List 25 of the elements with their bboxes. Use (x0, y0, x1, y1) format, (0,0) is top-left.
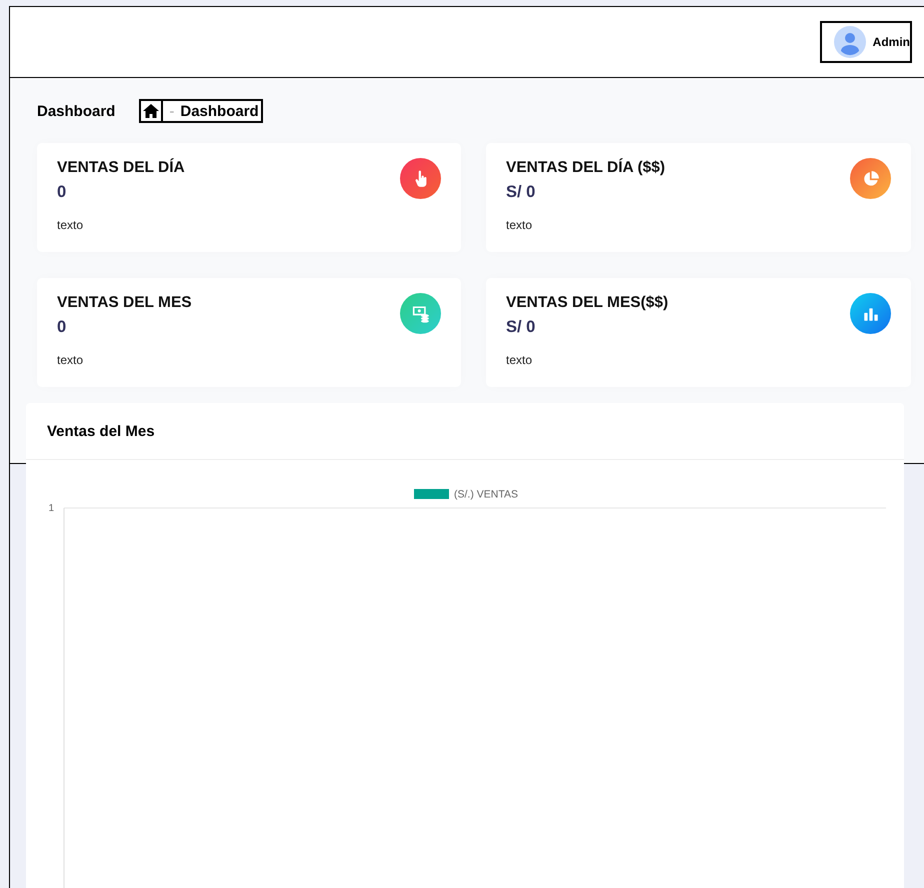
breadcrumb-current: Dashboard (180, 102, 259, 120)
stat-value: 0 (57, 318, 68, 337)
page-title: Dashboard (37, 102, 116, 120)
stat-title: VENTAS DEL DÍA ($$) (506, 159, 666, 177)
stat-value: S/ 0 (506, 183, 536, 202)
stat-note: texto (506, 353, 534, 367)
stat-title: VENTAS DEL MES($$) (506, 294, 670, 312)
chart-card-title: Ventas del Mes (47, 422, 155, 440)
pie-chart-icon (862, 170, 880, 188)
stat-value: S/ 0 (506, 318, 536, 337)
avatar-icon (834, 26, 866, 58)
stat-title: VENTAS DEL DÍA (57, 159, 186, 177)
stat-value: 0 (57, 183, 68, 202)
y-tick-label: 1 (48, 503, 54, 514)
user-menu[interactable]: Admin (820, 21, 912, 63)
home-icon[interactable] (141, 101, 164, 121)
stat-title: VENTAS DEL MES (57, 294, 193, 312)
money-coins-icon (412, 304, 430, 322)
legend-swatch (414, 489, 449, 499)
legend-label: (S/.) VENTAS (454, 488, 518, 500)
user-name: Admin (872, 35, 910, 49)
stat-note: texto (57, 218, 84, 232)
stat-note: texto (506, 218, 534, 232)
breadcrumb-separator: - (169, 102, 174, 120)
stat-note: texto (57, 353, 84, 367)
